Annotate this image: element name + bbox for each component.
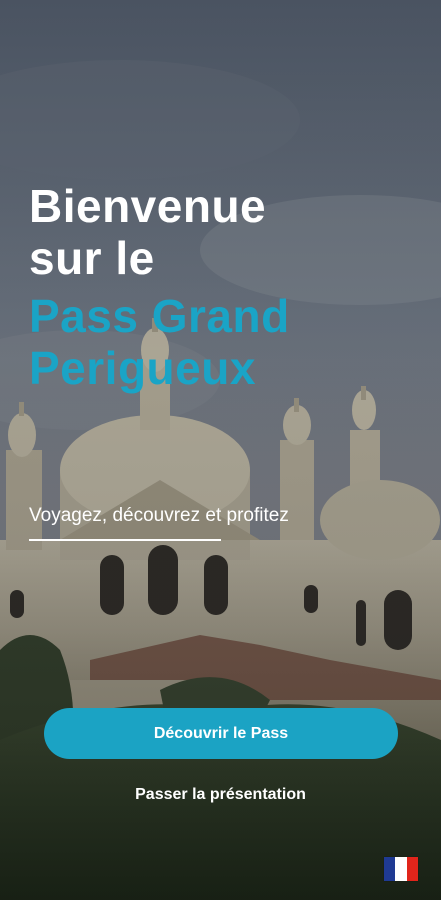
welcome-line-1: Bienvenue <box>29 180 267 232</box>
brand-line-2: Perigueux <box>29 342 256 394</box>
flag-blue-stripe <box>384 857 396 881</box>
flag-red-stripe <box>406 857 418 881</box>
welcome-heading: Bienvenue sur le Pass Grand Perigueux <box>29 180 290 394</box>
background-dim-overlay <box>0 0 441 900</box>
welcome-screen: Bienvenue sur le Pass Grand Perigueux Vo… <box>0 0 441 900</box>
discover-pass-button[interactable]: Découvrir le Pass <box>44 708 398 759</box>
skip-presentation-link[interactable]: Passer la présentation <box>0 786 441 804</box>
tagline-underline <box>29 539 221 541</box>
brand-line-1: Pass Grand <box>29 290 290 342</box>
welcome-line-2: sur le <box>29 232 155 284</box>
flag-white-stripe <box>395 857 407 881</box>
tagline: Voyagez, découvrez et profitez <box>29 505 289 526</box>
france-flag-icon[interactable] <box>384 857 418 881</box>
